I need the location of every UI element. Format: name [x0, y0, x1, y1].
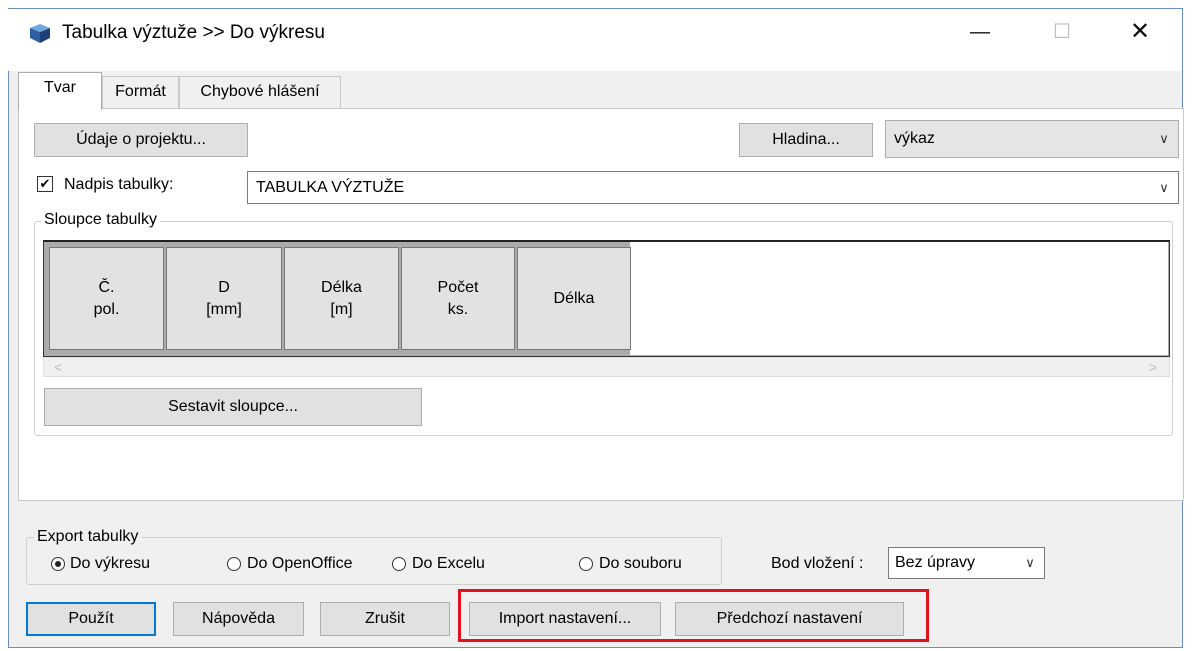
app-cube-icon: [30, 24, 50, 43]
column-cell-5[interactable]: Délka: [517, 247, 631, 350]
radio-to-excel-label: Do Excelu: [412, 555, 485, 572]
radio-to-file[interactable]: [579, 557, 593, 571]
column-cell-1[interactable]: Č. pol.: [49, 247, 164, 350]
layer-select[interactable]: výkaz ∨: [885, 120, 1179, 158]
heading-checkbox-label: Nadpis tabulky:: [64, 176, 174, 193]
column-5-line1: Délka: [553, 289, 595, 307]
radio-to-openoffice-label: Do OpenOffice: [247, 555, 353, 572]
heading-input[interactable]: TABULKA VÝZTUŽE ∨: [247, 171, 1179, 204]
column-cell-4[interactable]: Počet ks.: [401, 247, 515, 350]
radio-to-openoffice[interactable]: [227, 557, 241, 571]
project-info-button[interactable]: Údaje o projektu...: [34, 123, 248, 157]
highlight-box: [458, 589, 929, 642]
insert-point-select[interactable]: Bez úpravy ∨: [888, 547, 1045, 579]
chevron-down-icon: ∨: [1159, 179, 1169, 195]
radio-to-file-label: Do souboru: [599, 555, 682, 572]
scroll-right-icon[interactable]: >: [1149, 358, 1157, 376]
column-2-line1: D: [218, 278, 230, 296]
heading-checkbox[interactable]: ✔: [37, 176, 53, 192]
insert-point-label: Bod vložení :: [771, 555, 864, 572]
column-3-line2: [m]: [330, 300, 353, 318]
column-cell-2[interactable]: D [mm]: [166, 247, 282, 350]
cancel-button[interactable]: Zrušit: [320, 602, 450, 636]
insert-point-value: Bez úpravy: [895, 554, 976, 571]
radio-to-drawing[interactable]: [51, 557, 65, 571]
window-title: Tabulka výztuže >> Do výkresu: [62, 22, 325, 43]
radio-to-drawing-label: Do výkresu: [70, 555, 151, 572]
column-4-line2: ks.: [447, 300, 469, 318]
chevron-down-icon: ∨: [1025, 555, 1035, 570]
export-group-title: Export tabulky: [34, 528, 142, 546]
columns-empty-space: [630, 242, 1168, 355]
radio-to-excel[interactable]: [392, 557, 406, 571]
apply-button[interactable]: Použít: [26, 602, 156, 636]
column-1-line1: Č.: [98, 278, 115, 296]
chevron-down-icon: ∨: [1159, 131, 1169, 146]
layer-select-value: výkaz: [894, 130, 935, 147]
scroll-left-icon[interactable]: <: [54, 358, 62, 376]
tab-tvar[interactable]: Tvar: [18, 72, 102, 110]
column-2-line2: [mm]: [206, 300, 242, 318]
tab-error-messages[interactable]: Chybové hlášení: [179, 76, 341, 108]
close-button[interactable]: ✕: [1120, 14, 1160, 50]
tab-format[interactable]: Formát: [102, 76, 179, 108]
help-button[interactable]: Nápověda: [173, 602, 304, 636]
column-4-line1: Počet: [437, 278, 479, 296]
column-3-line1: Délka: [321, 278, 362, 296]
column-cell-3[interactable]: Délka [m]: [284, 247, 399, 350]
minimize-button[interactable]: —: [960, 14, 1000, 50]
layer-button[interactable]: Hladina...: [739, 123, 873, 157]
maximize-button[interactable]: ☐: [1042, 14, 1082, 50]
heading-input-value: TABULKA VÝZTUŽE: [256, 178, 405, 196]
build-columns-button[interactable]: Sestavit sloupce...: [44, 388, 422, 426]
columns-horizontal-scrollbar[interactable]: < >: [43, 357, 1170, 377]
columns-group-title: Sloupce tabulky: [41, 211, 160, 229]
column-1-line2: pol.: [93, 300, 120, 318]
